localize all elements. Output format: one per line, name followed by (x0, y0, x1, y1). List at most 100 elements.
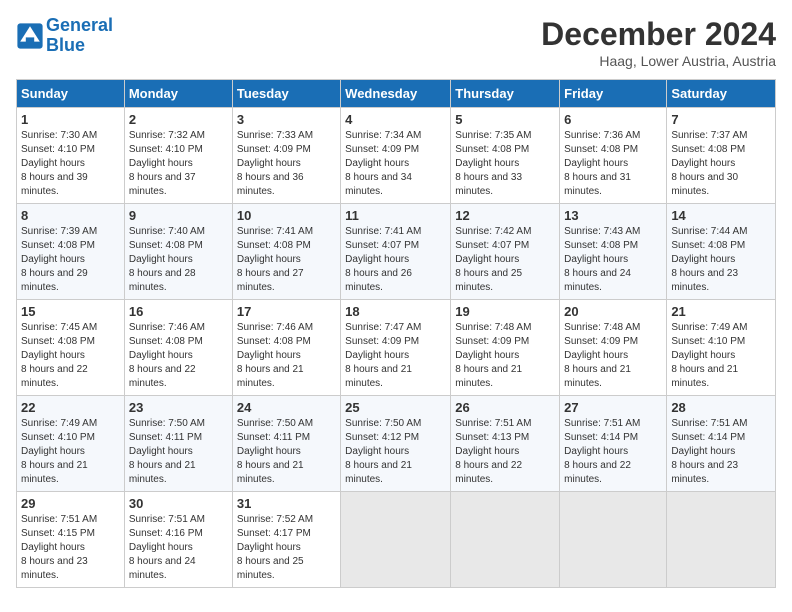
daylight-label: Daylight hours (21, 158, 85, 169)
day-number: 22 (21, 400, 120, 415)
header-wednesday: Wednesday (341, 80, 451, 108)
daylight-label: Daylight hours (671, 446, 735, 457)
header-sunday: Sunday (17, 80, 125, 108)
day-info: Sunrise: 7:48 AM Sunset: 4:09 PM Dayligh… (455, 321, 555, 391)
day-number: 26 (455, 400, 555, 415)
daylight-label: Daylight hours (129, 158, 193, 169)
daylight-label: Daylight hours (129, 446, 193, 457)
daylight-value: 8 hours and 30 minutes. (671, 172, 738, 197)
daylight-label: Daylight hours (129, 350, 193, 361)
daylight-label: Daylight hours (345, 158, 409, 169)
daylight-label: Daylight hours (237, 350, 301, 361)
daylight-value: 8 hours and 23 minutes. (21, 556, 88, 581)
sunrise-label: Sunrise: 7:37 AM (671, 130, 747, 141)
daylight-value: 8 hours and 34 minutes. (345, 172, 412, 197)
daylight-value: 8 hours and 21 minutes. (564, 364, 631, 389)
day-info: Sunrise: 7:51 AM Sunset: 4:14 PM Dayligh… (564, 417, 662, 487)
sunset-label: Sunset: 4:16 PM (129, 528, 203, 539)
day-info: Sunrise: 7:46 AM Sunset: 4:08 PM Dayligh… (129, 321, 228, 391)
sunset-label: Sunset: 4:10 PM (21, 144, 95, 155)
sunset-label: Sunset: 4:08 PM (455, 144, 529, 155)
day-cell: 4 Sunrise: 7:34 AM Sunset: 4:09 PM Dayli… (341, 108, 451, 204)
daylight-value: 8 hours and 22 minutes. (129, 364, 196, 389)
day-info: Sunrise: 7:35 AM Sunset: 4:08 PM Dayligh… (455, 129, 555, 199)
sunrise-label: Sunrise: 7:51 AM (129, 514, 205, 525)
sunset-label: Sunset: 4:08 PM (21, 240, 95, 251)
day-cell (341, 492, 451, 588)
daylight-value: 8 hours and 33 minutes. (455, 172, 522, 197)
day-info: Sunrise: 7:51 AM Sunset: 4:15 PM Dayligh… (21, 513, 120, 583)
day-info: Sunrise: 7:47 AM Sunset: 4:09 PM Dayligh… (345, 321, 446, 391)
daylight-value: 8 hours and 21 minutes. (129, 460, 196, 485)
sunrise-label: Sunrise: 7:50 AM (237, 418, 313, 429)
day-info: Sunrise: 7:45 AM Sunset: 4:08 PM Dayligh… (21, 321, 120, 391)
day-info: Sunrise: 7:43 AM Sunset: 4:08 PM Dayligh… (564, 225, 662, 295)
daylight-value: 8 hours and 21 minutes. (455, 364, 522, 389)
day-number: 1 (21, 112, 120, 127)
day-cell: 25 Sunrise: 7:50 AM Sunset: 4:12 PM Dayl… (341, 396, 451, 492)
daylight-label: Daylight hours (455, 158, 519, 169)
daylight-label: Daylight hours (21, 446, 85, 457)
daylight-value: 8 hours and 22 minutes. (564, 460, 631, 485)
sunrise-label: Sunrise: 7:35 AM (455, 130, 531, 141)
day-info: Sunrise: 7:30 AM Sunset: 4:10 PM Dayligh… (21, 129, 120, 199)
sunrise-label: Sunrise: 7:36 AM (564, 130, 640, 141)
sunrise-label: Sunrise: 7:44 AM (671, 226, 747, 237)
sunrise-label: Sunrise: 7:32 AM (129, 130, 205, 141)
day-number: 21 (671, 304, 771, 319)
sunrise-label: Sunrise: 7:39 AM (21, 226, 97, 237)
day-info: Sunrise: 7:41 AM Sunset: 4:07 PM Dayligh… (345, 225, 446, 295)
day-number: 29 (21, 496, 120, 511)
day-number: 17 (237, 304, 336, 319)
day-info: Sunrise: 7:40 AM Sunset: 4:08 PM Dayligh… (129, 225, 228, 295)
sunrise-label: Sunrise: 7:30 AM (21, 130, 97, 141)
day-info: Sunrise: 7:42 AM Sunset: 4:07 PM Dayligh… (455, 225, 555, 295)
day-cell: 1 Sunrise: 7:30 AM Sunset: 4:10 PM Dayli… (17, 108, 125, 204)
day-number: 9 (129, 208, 228, 223)
daylight-label: Daylight hours (671, 158, 735, 169)
daylight-value: 8 hours and 37 minutes. (129, 172, 196, 197)
header-friday: Friday (560, 80, 667, 108)
day-info: Sunrise: 7:44 AM Sunset: 4:08 PM Dayligh… (671, 225, 771, 295)
day-cell: 14 Sunrise: 7:44 AM Sunset: 4:08 PM Dayl… (667, 204, 776, 300)
sunset-label: Sunset: 4:08 PM (671, 144, 745, 155)
daylight-label: Daylight hours (671, 350, 735, 361)
sunset-label: Sunset: 4:14 PM (564, 432, 638, 443)
sunset-label: Sunset: 4:10 PM (129, 144, 203, 155)
week-row-2: 8 Sunrise: 7:39 AM Sunset: 4:08 PM Dayli… (17, 204, 776, 300)
daylight-label: Daylight hours (564, 350, 628, 361)
sunset-label: Sunset: 4:09 PM (237, 144, 311, 155)
sunrise-label: Sunrise: 7:34 AM (345, 130, 421, 141)
week-row-3: 15 Sunrise: 7:45 AM Sunset: 4:08 PM Dayl… (17, 300, 776, 396)
sunrise-label: Sunrise: 7:52 AM (237, 514, 313, 525)
day-cell: 21 Sunrise: 7:49 AM Sunset: 4:10 PM Dayl… (667, 300, 776, 396)
sunset-label: Sunset: 4:09 PM (455, 336, 529, 347)
day-cell (667, 492, 776, 588)
daylight-value: 8 hours and 26 minutes. (345, 268, 412, 293)
sunrise-label: Sunrise: 7:41 AM (345, 226, 421, 237)
day-cell: 18 Sunrise: 7:47 AM Sunset: 4:09 PM Dayl… (341, 300, 451, 396)
sunrise-label: Sunrise: 7:41 AM (237, 226, 313, 237)
day-cell: 23 Sunrise: 7:50 AM Sunset: 4:11 PM Dayl… (124, 396, 232, 492)
sunrise-label: Sunrise: 7:47 AM (345, 322, 421, 333)
day-number: 28 (671, 400, 771, 415)
day-cell: 31 Sunrise: 7:52 AM Sunset: 4:17 PM Dayl… (232, 492, 340, 588)
sunset-label: Sunset: 4:09 PM (345, 336, 419, 347)
day-number: 5 (455, 112, 555, 127)
day-info: Sunrise: 7:41 AM Sunset: 4:08 PM Dayligh… (237, 225, 336, 295)
daylight-label: Daylight hours (564, 254, 628, 265)
logo-icon (16, 22, 44, 50)
day-number: 8 (21, 208, 120, 223)
sunset-label: Sunset: 4:08 PM (21, 336, 95, 347)
day-number: 20 (564, 304, 662, 319)
day-cell: 5 Sunrise: 7:35 AM Sunset: 4:08 PM Dayli… (451, 108, 560, 204)
day-number: 6 (564, 112, 662, 127)
day-number: 4 (345, 112, 446, 127)
day-cell: 27 Sunrise: 7:51 AM Sunset: 4:14 PM Dayl… (560, 396, 667, 492)
sunset-label: Sunset: 4:10 PM (21, 432, 95, 443)
sunrise-label: Sunrise: 7:51 AM (21, 514, 97, 525)
daylight-label: Daylight hours (564, 158, 628, 169)
logo: General Blue (16, 16, 113, 56)
day-info: Sunrise: 7:36 AM Sunset: 4:08 PM Dayligh… (564, 129, 662, 199)
sunset-label: Sunset: 4:08 PM (564, 144, 638, 155)
